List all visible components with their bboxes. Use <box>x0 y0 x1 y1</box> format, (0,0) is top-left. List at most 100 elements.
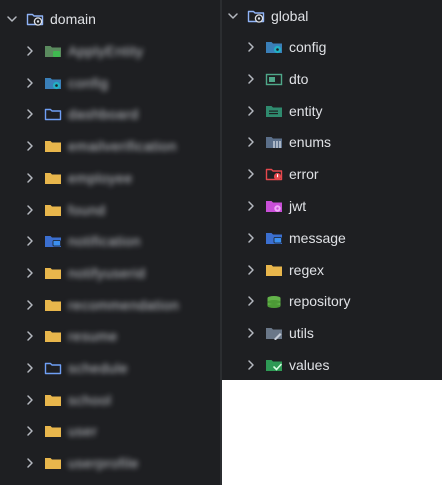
chevron-right-icon[interactable] <box>245 73 257 85</box>
green-folder-icon <box>44 44 62 58</box>
tree-item-message[interactable]: message <box>245 224 346 252</box>
tree-item-userprofile[interactable]: userprofile <box>24 449 139 477</box>
tree-item-employee[interactable]: employee <box>24 164 133 192</box>
chevron-right-icon[interactable] <box>24 362 36 374</box>
tree-item-found[interactable]: found <box>24 196 106 224</box>
tree-item-label: jwt <box>289 198 307 214</box>
tree-item-error[interactable]: error <box>245 160 319 188</box>
tree-item-label: school <box>68 391 112 408</box>
yellow-folder-icon <box>44 456 62 470</box>
tree-item-values[interactable]: values <box>245 351 329 379</box>
chevron-right-icon[interactable] <box>245 295 257 307</box>
tree-item-label: utils <box>289 325 314 342</box>
chevron-right-icon[interactable] <box>24 172 36 184</box>
repository-folder-icon <box>265 294 283 309</box>
tree-item-config[interactable]: config <box>245 33 326 61</box>
tree-item-label: employee <box>68 169 133 186</box>
tree-root-global[interactable]: global <box>227 2 308 30</box>
chevron-right-icon[interactable] <box>24 77 36 89</box>
values-folder-icon <box>265 358 283 372</box>
tree-item-label: regex <box>289 261 325 278</box>
utils-folder-icon <box>265 326 283 341</box>
tree-item-label: config <box>68 74 109 91</box>
tree-item-label: found <box>68 201 106 218</box>
chevron-right-icon[interactable] <box>24 394 36 406</box>
tree-item-label: user <box>68 423 98 440</box>
chevron-right-icon[interactable] <box>24 330 36 342</box>
yellow-folder-icon <box>44 424 62 438</box>
chevron-right-icon[interactable] <box>245 200 257 212</box>
blue-outline-folder-icon <box>44 361 62 375</box>
tree-item-label: repository <box>289 293 351 310</box>
chevron-right-icon[interactable] <box>24 108 36 120</box>
tree-item-resume[interactable]: resume <box>24 322 118 350</box>
yellow-folder-icon <box>44 171 62 185</box>
chevron-right-icon[interactable] <box>245 136 257 148</box>
enums-folder-icon <box>265 135 283 149</box>
tree-item-user[interactable]: user <box>24 417 97 445</box>
chevron-right-icon[interactable] <box>24 457 36 469</box>
chevron-right-icon[interactable] <box>245 105 257 117</box>
yellow-folder-icon <box>44 298 62 312</box>
tree-root-domain[interactable]: domain <box>6 5 96 33</box>
tree-item-label: notifyuserid <box>68 264 146 281</box>
tree-item-label: global <box>271 8 309 24</box>
yellow-folder-icon <box>44 393 62 407</box>
tree-item-label: enums <box>289 134 332 151</box>
tree-item-school[interactable]: school <box>24 386 111 414</box>
tree-item-label: schedule <box>68 360 129 376</box>
chevron-right-icon[interactable] <box>24 299 36 311</box>
error-folder-icon <box>265 167 283 181</box>
config-folder-icon <box>44 76 62 90</box>
chevron-down-icon[interactable] <box>227 10 239 22</box>
chevron-right-icon[interactable] <box>245 41 257 53</box>
project-tree-right: global config dto entity enums error jwt messag… <box>222 0 442 380</box>
tree-item-entity[interactable]: entity <box>245 97 322 125</box>
dto-folder-icon <box>265 72 283 86</box>
chevron-right-icon[interactable] <box>24 267 36 279</box>
tree-item-enums[interactable]: enums <box>245 128 331 156</box>
tree-item-label: message <box>289 229 346 246</box>
yellow-folder-icon <box>265 263 283 277</box>
tree-item-label: userprofile <box>68 455 139 472</box>
chevron-right-icon[interactable] <box>245 327 257 339</box>
tree-item-jwt[interactable]: jwt <box>245 192 306 220</box>
tree-item-label: resume <box>68 328 118 345</box>
tree-item-recommendation[interactable]: recommendation <box>24 291 179 319</box>
project-tree-left: domain ApplyEntity config dashboard emailver… <box>0 0 220 485</box>
jwt-folder-icon <box>265 199 283 213</box>
entity-folder-icon <box>265 104 283 118</box>
tree-item-label: dashboard <box>68 106 139 123</box>
chevron-right-icon[interactable] <box>245 359 257 371</box>
tree-item-emailverification[interactable]: emailverification <box>24 132 177 160</box>
tree-item-label: recommendation <box>68 296 180 313</box>
chevron-right-icon[interactable] <box>24 235 36 247</box>
chevron-right-icon[interactable] <box>24 45 36 57</box>
chevron-right-icon[interactable] <box>24 140 36 152</box>
tree-item-dto[interactable]: dto <box>245 65 308 93</box>
package-folder-icon <box>26 12 44 26</box>
tree-item-config[interactable]: config <box>24 69 108 97</box>
tree-item-dashboard[interactable]: dashboard <box>24 100 139 128</box>
tree-item-label: error <box>289 166 319 183</box>
message-folder-icon <box>44 234 62 248</box>
tree-item-label: domain <box>50 11 96 27</box>
tree-item-label: ApplyEntity <box>68 43 144 59</box>
chevron-right-icon[interactable] <box>245 168 257 180</box>
tree-item-repository[interactable]: repository <box>245 287 350 315</box>
yellow-folder-icon <box>44 266 62 280</box>
chevron-right-icon[interactable] <box>245 264 257 276</box>
chevron-right-icon[interactable] <box>24 425 36 437</box>
tree-item-regex[interactable]: regex <box>245 256 324 284</box>
tree-item-notification[interactable]: notification <box>24 227 141 255</box>
chevron-right-icon[interactable] <box>24 204 36 216</box>
blue-outline-folder-icon <box>44 107 62 121</box>
tree-item-applyentity[interactable]: ApplyEntity <box>24 37 144 65</box>
yellow-folder-icon <box>44 329 62 343</box>
tree-item-schedule[interactable]: schedule <box>24 354 128 382</box>
tree-item-utils[interactable]: utils <box>245 319 314 347</box>
tree-item-notifyuserid[interactable]: notifyuserid <box>24 259 146 287</box>
tree-item-label: config <box>289 39 327 55</box>
chevron-right-icon[interactable] <box>245 232 257 244</box>
chevron-down-icon[interactable] <box>6 13 18 25</box>
